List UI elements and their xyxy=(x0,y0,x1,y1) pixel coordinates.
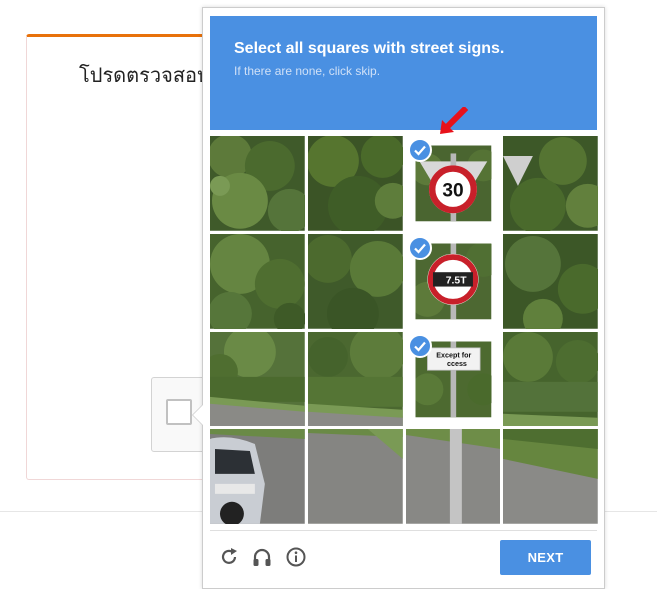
grid-tile[interactable] xyxy=(503,331,598,427)
check-icon xyxy=(407,235,432,260)
grid-tile-selected[interactable]: 30 xyxy=(406,136,501,231)
sign-text-line1: Except for xyxy=(436,351,471,359)
weight-limit-text: 7.5T xyxy=(445,275,466,286)
speed-limit-text: 30 xyxy=(442,181,463,202)
grid-tile-selected[interactable]: 7.5T xyxy=(406,234,501,329)
next-button[interactable]: NEXT xyxy=(500,540,591,575)
instruction-header: Select all squares with street signs. If… xyxy=(210,16,597,130)
info-icon[interactable] xyxy=(285,546,307,568)
recaptcha-challenge-popup: Select all squares with street signs. If… xyxy=(192,7,605,589)
grid-tile[interactable] xyxy=(307,136,403,231)
grid-tile[interactable] xyxy=(405,429,501,524)
grid-tile[interactable] xyxy=(503,136,598,231)
grid-tile-selected[interactable]: Except for ccess xyxy=(406,332,501,427)
instruction-target: street signs. xyxy=(410,40,505,57)
grid-tile[interactable] xyxy=(210,429,305,524)
grid-tile[interactable] xyxy=(210,233,305,329)
card-title: โปรดตรวจสอบ xyxy=(79,63,210,87)
grid-tile[interactable] xyxy=(307,233,403,329)
instruction-text: Select all squares with street signs. xyxy=(234,40,573,58)
image-grid: 30 7.5T Except for ccess xyxy=(210,136,598,524)
grid-tile[interactable] xyxy=(503,233,598,329)
sign-text-line2: ccess xyxy=(446,360,466,368)
grid-tile[interactable] xyxy=(307,429,403,524)
grid-tile[interactable] xyxy=(503,429,598,524)
instruction-prefix: Select all squares with xyxy=(234,40,406,57)
grid-tile[interactable] xyxy=(210,136,305,231)
check-icon xyxy=(407,333,432,358)
reload-icon[interactable] xyxy=(218,546,240,568)
grid-tile[interactable] xyxy=(307,331,403,427)
check-icon xyxy=(407,138,432,162)
popup-pointer xyxy=(192,404,203,426)
recaptcha-checkbox[interactable] xyxy=(166,399,192,425)
footer-divider xyxy=(210,530,597,531)
annotation-arrow-icon xyxy=(440,107,468,134)
audio-icon[interactable] xyxy=(251,546,273,568)
instruction-subtext: If there are none, click skip. xyxy=(234,64,381,78)
grid-tile[interactable] xyxy=(210,331,305,427)
